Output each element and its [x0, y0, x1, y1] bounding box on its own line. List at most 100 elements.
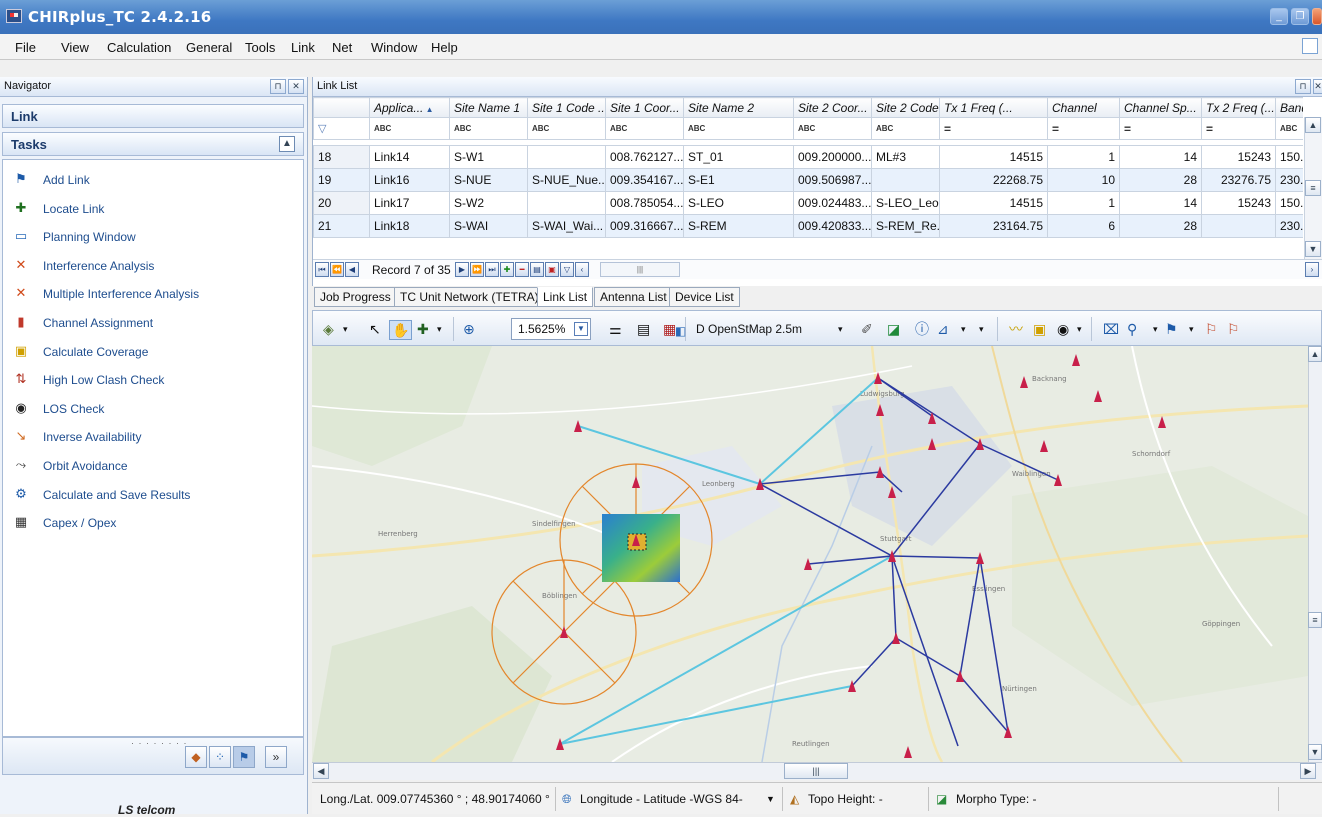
table-row[interactable]: 21 Link18 S-WAI S-WAI_Wai... 009.316667... S-… — [313, 214, 1303, 238]
grid-horizontal-scroll-thumb[interactable]: ||| — [600, 262, 680, 277]
column-header[interactable]: Channel Sp... — [1119, 97, 1202, 118]
scroll-left-icon[interactable]: ‹ — [575, 262, 589, 277]
scroll-down-icon[interactable]: ▼ — [1308, 744, 1322, 760]
table-cell[interactable] — [1201, 214, 1276, 238]
pan-hand-icon[interactable]: ✋ — [389, 320, 413, 340]
table-cell[interactable]: S-NUE_Nue... — [527, 168, 606, 192]
coverage-icon[interactable]: ▣ — [1033, 320, 1046, 338]
pin-icon[interactable]: ⊓ — [270, 79, 286, 94]
map-horizontal-scrollbar[interactable]: ◀ ||| ▶ — [312, 762, 1322, 780]
dropdown-icon[interactable]: ▾ — [1077, 320, 1082, 338]
filter-operator[interactable]: ABC — [793, 117, 872, 140]
task-planning-window[interactable]: ▭ Planning Window — [3, 223, 303, 251]
table-cell[interactable]: 15243 — [1201, 145, 1276, 169]
dropdown-icon[interactable]: ▾ — [961, 320, 966, 338]
column-header[interactable]: Site Name 2 — [683, 97, 794, 118]
network-icon[interactable]: ⁘ — [209, 746, 231, 768]
prev-page-icon[interactable]: ⏪ — [330, 262, 344, 277]
table-cell[interactable]: S-NUE — [449, 168, 528, 192]
task-channel-assignment[interactable]: ▮ Channel Assignment — [3, 309, 303, 337]
table-cell[interactable]: S-WAI_Wai... — [527, 214, 606, 238]
map-tools-icon[interactable]: ◈ — [323, 320, 334, 338]
menu-net[interactable]: Net — [332, 40, 352, 55]
column-header[interactable]: Band — [1275, 97, 1303, 118]
table-cell[interactable]: S-LEO_Leo... — [871, 191, 940, 215]
splitter-grip[interactable]: · · · · · · · · — [131, 738, 187, 748]
table-cell[interactable]: 009.316667... — [605, 214, 684, 238]
table-cell[interactable]: S-W2 — [449, 191, 528, 215]
antenna-link-icon[interactable]: ⚐ — [1227, 320, 1240, 338]
grid-vertical-scrollbar[interactable]: ▲ ≡ ▼ — [1304, 117, 1322, 259]
filter-operator[interactable]: = — [1201, 117, 1276, 140]
table-cell[interactable]: 28 — [1119, 214, 1202, 238]
filter-operator[interactable]: ABC — [527, 117, 606, 140]
table-cell[interactable]: 009.200000... — [793, 145, 872, 169]
column-header[interactable]: Site Name 1 — [449, 97, 528, 118]
nav-section-tasks[interactable]: Tasks ▲ — [2, 132, 304, 156]
tab-job-progress[interactable]: Job Progress — [314, 287, 397, 307]
dropdown-icon[interactable]: ▾ — [979, 320, 984, 338]
menu-link[interactable]: Link — [291, 40, 315, 55]
profile-icon[interactable]: ⊿ — [937, 320, 949, 338]
crs-selector[interactable]: Longitude - Latitude -WGS 84- — [580, 792, 743, 806]
map-canvas[interactable]: Stuttgart Sindelfingen Böblingen Waiblin… — [312, 346, 1308, 762]
column-header[interactable]: Applica... ▲ — [369, 97, 450, 118]
tab-tc-unit-network[interactable]: TC Unit Network (TETRA) — [394, 287, 545, 307]
task-locate-link[interactable]: ✚ Locate Link — [3, 195, 303, 223]
next-record-icon[interactable]: ▶ — [455, 262, 469, 277]
filter-operator[interactable]: ABC — [449, 117, 528, 140]
task-calculate-coverage[interactable]: ▣ Calculate Coverage — [3, 338, 303, 366]
map-vertical-scrollbar[interactable]: ▲ ≡ ▼ — [1308, 346, 1322, 762]
info-icon[interactable]: ⓘ — [915, 320, 929, 338]
restore-button[interactable]: ❐ — [1291, 8, 1309, 25]
scroll-right-icon[interactable]: ▶ — [1300, 763, 1316, 779]
edit-record-icon[interactable]: ▤ — [530, 262, 544, 277]
filter-operator[interactable]: ABC — [605, 117, 684, 140]
chevron-down-icon[interactable]: ▼ — [574, 322, 588, 336]
column-header[interactable]: Site 1 Code ... — [527, 97, 606, 118]
table-cell[interactable]: 14 — [1119, 145, 1202, 169]
nav-section-link[interactable]: Link — [2, 104, 304, 128]
menu-general[interactable]: General — [186, 40, 232, 55]
column-header[interactable]: Site 1 Coor... — [605, 97, 684, 118]
chevron-down-icon[interactable]: ▼ — [766, 794, 775, 804]
scroll-down-icon[interactable]: ▼ — [1305, 241, 1321, 257]
next-page-icon[interactable]: ⏩ — [470, 262, 484, 277]
table-cell[interactable]: Link16 — [369, 168, 450, 192]
task-calculate-and-save-results[interactable]: ⚙ Calculate and Save Results — [3, 481, 303, 509]
task-multiple-interference-analysis[interactable]: ✕ Multiple Interference Analysis — [3, 280, 303, 308]
antenna-icon[interactable]: ⚐ — [1205, 320, 1218, 338]
zoom-in-icon[interactable]: ⊕ — [463, 320, 475, 338]
table-cell[interactable]: 10 — [1047, 168, 1120, 192]
scroll-up-icon[interactable]: ▲ — [1308, 346, 1322, 362]
column-header[interactable]: Tx 1 Freq (... — [939, 97, 1048, 118]
filter-icon[interactable]: ▽ — [560, 262, 574, 277]
map-svg[interactable]: Stuttgart Sindelfingen Böblingen Waiblin… — [312, 346, 1308, 762]
filter-operator[interactable]: = — [1047, 117, 1120, 140]
task-add-link[interactable]: ⚑ Add Link — [3, 166, 303, 194]
filter-operator[interactable]: = — [1119, 117, 1202, 140]
scroll-right-icon[interactable]: › — [1305, 262, 1319, 277]
table-cell[interactable]: 230.028 — [1275, 168, 1303, 192]
table-cell[interactable]: 009.420833... — [793, 214, 872, 238]
table-row[interactable]: 18 Link14 S-W1 008.762127... ST_01 009.200000… — [313, 145, 1303, 169]
edit-site-icon[interactable]: ⌧ — [1103, 320, 1119, 338]
table-cell[interactable]: 14515 — [939, 145, 1048, 169]
table-cell[interactable]: 150.014 — [1275, 191, 1303, 215]
sort-ascending-icon[interactable]: ▲ — [423, 105, 434, 114]
table-cell[interactable]: 6 — [1047, 214, 1120, 238]
los-eye-icon[interactable]: ◉ — [1057, 320, 1069, 338]
table-cell[interactable]: 1 — [1047, 191, 1120, 215]
close-pane-icon[interactable]: ✕ — [1313, 79, 1322, 94]
tab-link-list[interactable]: Link List — [537, 287, 594, 307]
add-link-tool-icon[interactable]: ⚑ — [1165, 320, 1178, 338]
column-header[interactable]: Tx 2 Freq (... — [1201, 97, 1276, 118]
table-cell[interactable]: 15243 — [1201, 191, 1276, 215]
menu-calculation[interactable]: Calculation — [107, 40, 171, 55]
legend-icon[interactable]: ▤ — [637, 320, 650, 338]
pin-icon[interactable]: ⊓ — [1295, 79, 1311, 94]
add-site-icon[interactable]: ⚲ — [1127, 320, 1137, 338]
scroll-thumb[interactable]: ≡ — [1305, 180, 1321, 196]
table-cell[interactable]: 008.762127... — [605, 145, 684, 169]
map-layer-label[interactable]: D OpenStMap 2.5m — [696, 322, 802, 336]
